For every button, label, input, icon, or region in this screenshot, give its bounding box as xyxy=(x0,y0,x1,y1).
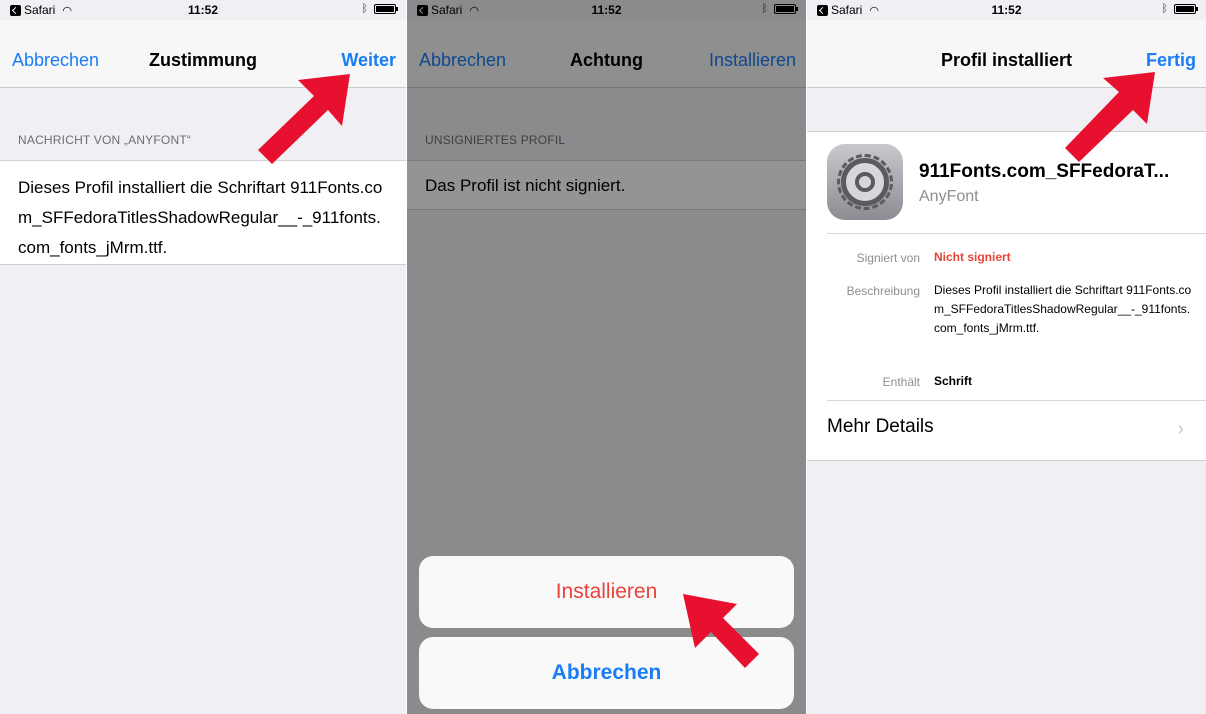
status-time: 11:52 xyxy=(991,3,1022,17)
battery-icon xyxy=(1174,4,1198,14)
profile-installed-screen: Safari ◠ 11:52 ᛒ Profil installiert Ferti… xyxy=(807,0,1206,714)
status-bar: Safari ◠ 11:52 ᛒ xyxy=(807,0,1206,20)
annotation-arrow xyxy=(258,74,350,164)
section-header: NACHRICHT VON „ANYFONT“ xyxy=(18,133,192,147)
divider xyxy=(827,233,1206,234)
navigation-bar: Abbrechen Zustimmung Weiter xyxy=(0,20,406,88)
next-button[interactable]: Weiter xyxy=(341,50,396,71)
chevron-right-icon: › xyxy=(1177,418,1184,440)
done-button[interactable]: Fertig xyxy=(1146,50,1196,71)
status-bar: Safari ◠ 11:52 ᛒ xyxy=(0,0,406,20)
message-cell: Dieses Profil installiert die Schriftart… xyxy=(0,160,406,265)
contains-label: Enthält xyxy=(882,375,920,389)
navigation-bar: Profil installiert Fertig xyxy=(807,20,1206,88)
description-label: Beschreibung xyxy=(846,284,920,298)
cancel-button[interactable]: Abbrechen xyxy=(12,50,99,71)
settings-gear-icon xyxy=(827,144,903,220)
profile-organization: AnyFont xyxy=(919,188,979,205)
status-time: 11:52 xyxy=(187,3,219,17)
contains-value: Schrift xyxy=(934,374,973,388)
divider xyxy=(827,400,1206,401)
profile-card: 911Fonts.com_SFFedoraT... AnyFont Signie… xyxy=(807,131,1206,461)
consent-message: Dieses Profil installiert die Schriftart… xyxy=(18,178,383,257)
bluetooth-icon: ᛒ xyxy=(1161,3,1168,15)
cancel-action-button[interactable]: Abbrechen xyxy=(419,637,794,709)
signed-by-label: Signiert von xyxy=(856,251,920,265)
signed-by-value: Nicht signiert xyxy=(934,250,1011,264)
battery-icon xyxy=(374,4,398,14)
bluetooth-icon: ᛒ xyxy=(361,3,368,15)
more-details-row[interactable]: Mehr Details xyxy=(827,416,934,438)
consent-screen: Safari ◠ 11:52 ᛒ Abbrechen Zustimmung Wei… xyxy=(0,0,406,714)
profile-name: 911Fonts.com_SFFedoraT... xyxy=(919,161,1170,182)
install-action-button[interactable]: Installieren xyxy=(419,556,794,628)
warning-screen: Safari ◠ 11:52 ᛒ Abbrechen Achtung Instal… xyxy=(407,0,806,714)
description-value: Dieses Profil installiert die Schriftart… xyxy=(934,283,1192,335)
